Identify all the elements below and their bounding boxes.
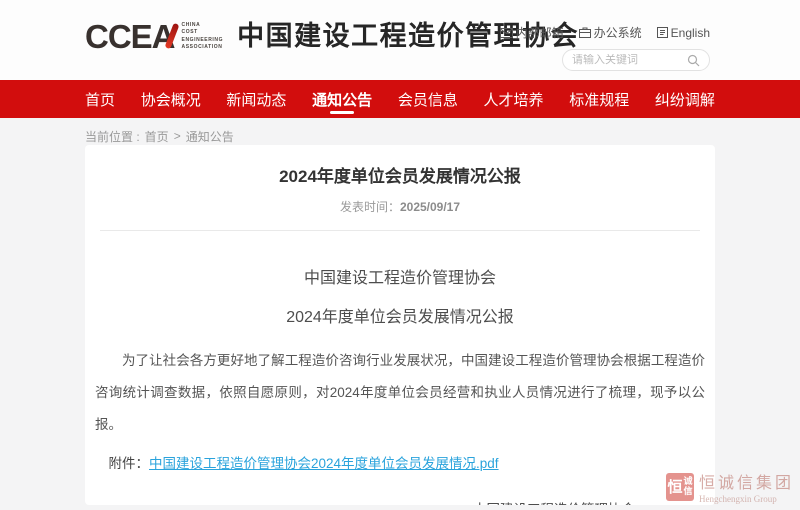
nav-item-mediation[interactable]: 纠纷调解 — [655, 80, 715, 118]
book-icon — [657, 27, 668, 38]
site-header: CCEA CHINA COST ENGINEERING ASSOCIATION … — [0, 0, 800, 80]
nav-item-news[interactable]: 新闻动态 — [226, 80, 286, 118]
article-title: 2024年度单位会员发展情况公报 — [95, 162, 705, 187]
ccea-logo-acronym: CCEA — [85, 20, 175, 53]
office-system-link[interactable]: 办公系统 — [579, 24, 642, 41]
breadcrumb-home-link[interactable]: 首页 — [145, 128, 169, 145]
nav-item-standards[interactable]: 标准规程 — [569, 80, 629, 118]
nav-item-notices[interactable]: 通知公告 — [312, 80, 372, 118]
briefcase-icon — [579, 27, 591, 38]
internal-mail-link[interactable]: 内部邮箱 — [500, 24, 564, 41]
mail-icon — [500, 28, 513, 38]
article-card: 2024年度单位会员发展情况公报 发表时间：2025/09/17 中国建设工程造… — [85, 145, 715, 505]
breadcrumb-current[interactable]: 通知公告 — [186, 128, 234, 145]
breadcrumb-separator: > — [174, 129, 181, 143]
header-utilities: 内部邮箱 办公系统 English — [500, 24, 710, 71]
breadcrumb-label: 当前位置 : — [85, 128, 140, 145]
nav-item-members[interactable]: 会员信息 — [398, 80, 458, 118]
nav-item-home[interactable]: 首页 — [85, 80, 115, 118]
search-icon[interactable] — [687, 54, 700, 67]
search-input[interactable] — [572, 54, 687, 66]
doc-heading-org: 中国建设工程造价管理协会 — [95, 264, 705, 288]
nav-item-about[interactable]: 协会概况 — [141, 80, 201, 118]
main-nav: 首页 协会概况 新闻动态 通知公告 会员信息 人才培养 标准规程 纠纷调解 — [0, 80, 800, 118]
breadcrumb: 当前位置 : 首页 > 通知公告 — [0, 118, 800, 145]
signature-block: 中国建设工程造价管理协会 2025年9月17日 — [473, 498, 635, 505]
active-tab-indicator — [330, 111, 354, 114]
search-box — [562, 49, 710, 71]
logo-english-name: CHINA COST ENGINEERING ASSOCIATION — [182, 22, 224, 51]
article-paragraph: 为了让社会各方更好地了解工程造价咨询行业发展状况，中国建设工程造价管理协会根据工… — [95, 345, 705, 441]
attachment-label: 附件： — [109, 456, 150, 471]
publish-time: 发表时间：2025/09/17 — [95, 198, 705, 215]
nav-item-training[interactable]: 人才培养 — [484, 80, 544, 118]
title-divider — [100, 230, 700, 231]
attachment-row: 附件：中国建设工程造价管理协会2024年度单位会员发展情况.pdf — [95, 452, 705, 472]
attachment-pdf-link[interactable]: 中国建设工程造价管理协会2024年度单位会员发展情况.pdf — [149, 456, 499, 471]
signature-org: 中国建设工程造价管理协会 — [473, 498, 635, 505]
english-version-link[interactable]: English — [657, 24, 710, 41]
doc-heading-title: 2024年度单位会员发展情况公报 — [95, 303, 705, 327]
